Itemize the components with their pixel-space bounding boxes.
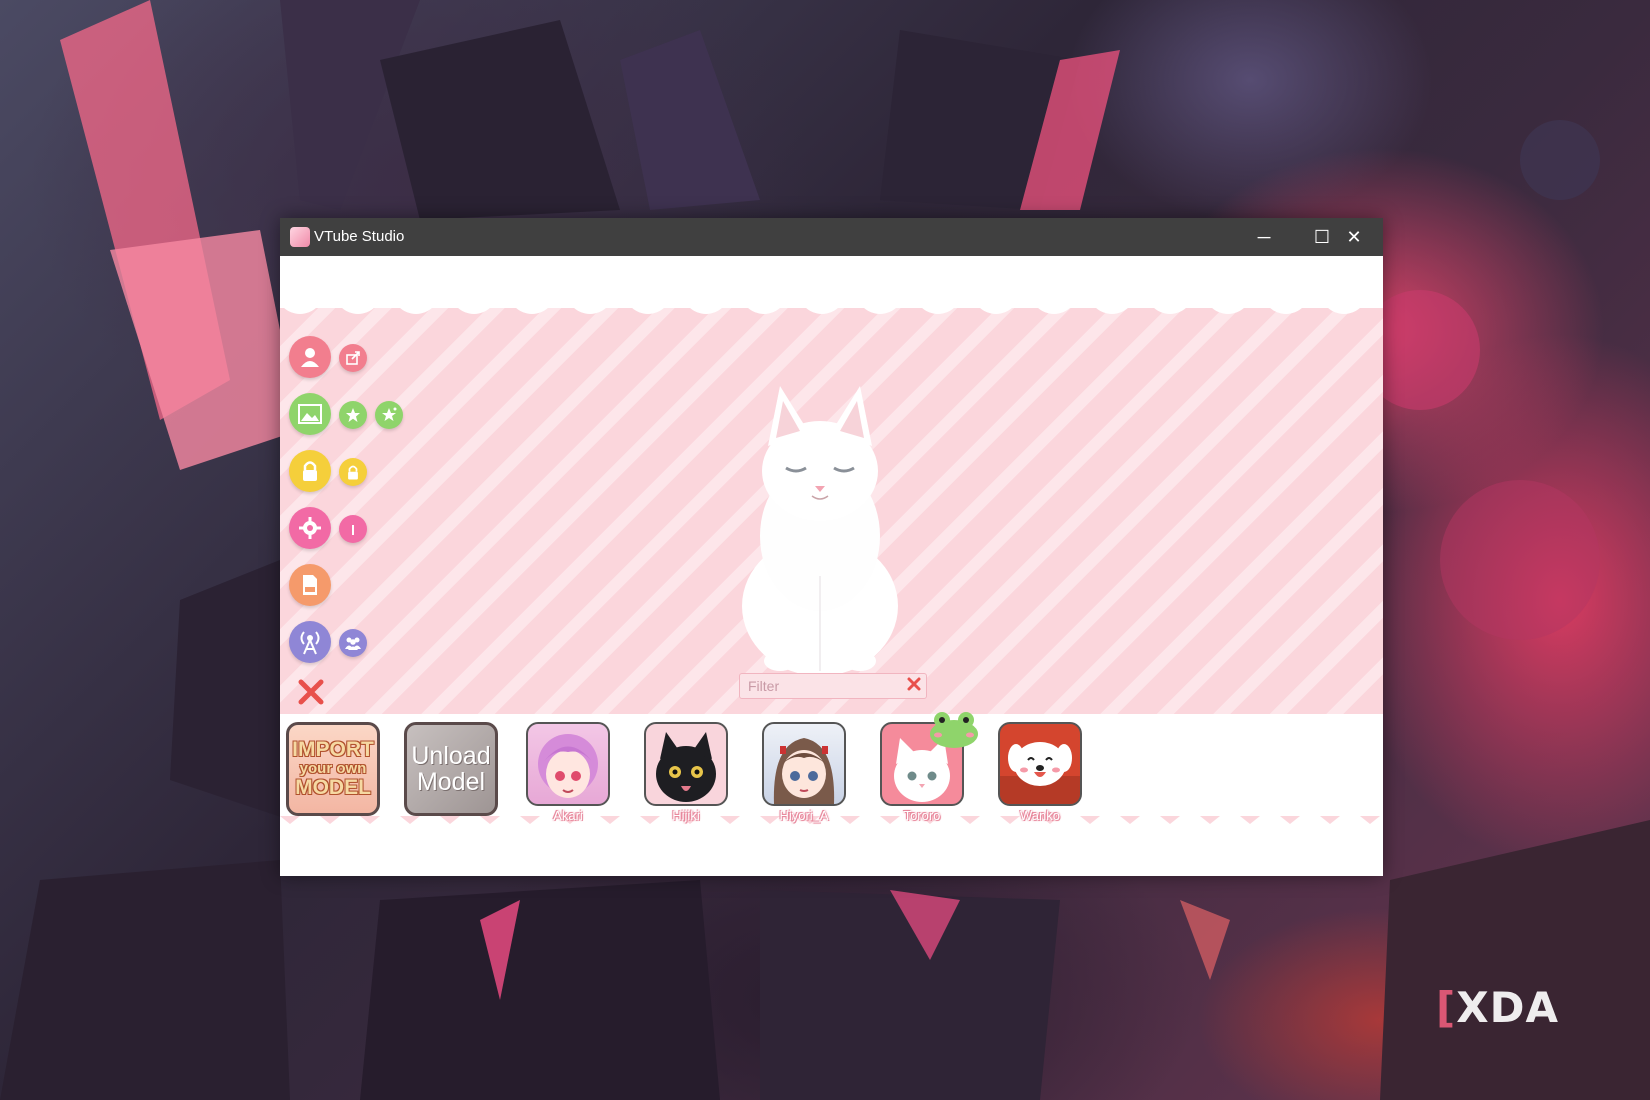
unload-model-button[interactable]: Unload Model bbox=[404, 722, 498, 816]
export-button[interactable] bbox=[339, 344, 367, 372]
unload-line2: Model bbox=[416, 768, 486, 796]
import-line3: MODEL bbox=[295, 775, 371, 799]
collab-button[interactable] bbox=[339, 629, 367, 657]
import-line1: IMPORT bbox=[292, 738, 374, 762]
app-icon bbox=[290, 227, 310, 247]
broadcast-icon bbox=[300, 631, 320, 655]
close-button[interactable]: ✕ bbox=[1325, 218, 1383, 256]
info-button[interactable] bbox=[339, 515, 367, 543]
background-selection-button[interactable] bbox=[289, 393, 331, 435]
image-icon bbox=[298, 404, 322, 424]
filter-field bbox=[739, 673, 927, 699]
model-wanko-label: Wanko bbox=[1020, 808, 1060, 823]
cat-model bbox=[742, 386, 898, 676]
unload-line1: Unload bbox=[411, 741, 491, 770]
model-hijiki-thumbnail[interactable] bbox=[644, 722, 728, 806]
minimize-button[interactable]: ─ bbox=[1235, 218, 1293, 256]
import-model-button[interactable]: IMPORT your own MODEL bbox=[286, 722, 380, 816]
gear-icon bbox=[299, 517, 321, 539]
main-content: IMPORT your own MODEL Unload Model Akari bbox=[280, 256, 1383, 876]
lock-button[interactable] bbox=[289, 450, 331, 492]
akari-avatar-icon bbox=[538, 734, 598, 798]
lock-toggle-button[interactable] bbox=[339, 458, 367, 486]
import-line2: your own bbox=[299, 760, 367, 778]
settings-button[interactable] bbox=[289, 507, 331, 549]
model-hiyori-thumbnail[interactable] bbox=[762, 722, 846, 806]
item-scene-button[interactable] bbox=[375, 401, 403, 429]
wanko-avatar-icon bbox=[1000, 742, 1080, 804]
model-tororo-label: Tororo bbox=[903, 808, 941, 823]
watermark-text: XDA bbox=[1456, 983, 1559, 1032]
window-title: VTube Studio bbox=[314, 228, 405, 245]
small-lock-icon bbox=[348, 465, 358, 479]
item-button[interactable] bbox=[339, 401, 367, 429]
model-wanko-thumbnail[interactable] bbox=[998, 722, 1082, 806]
people-icon bbox=[345, 637, 361, 650]
model-akari-label: Akari bbox=[553, 808, 583, 823]
watermark-bracket: [ bbox=[1436, 983, 1457, 1032]
person-icon bbox=[301, 348, 319, 367]
scallop-border bbox=[280, 276, 1383, 314]
hiyori-avatar-icon bbox=[773, 738, 835, 804]
close-menu-button[interactable] bbox=[295, 676, 327, 708]
document-icon bbox=[303, 575, 317, 595]
close-x-icon bbox=[907, 677, 921, 691]
vtube-studio-window: VTube Studio ─ ☐ ✕ Filter IMPORT your ow… bbox=[280, 218, 1383, 876]
close-x-icon bbox=[298, 679, 324, 705]
model-akari-thumbnail[interactable] bbox=[526, 722, 610, 806]
filter-input[interactable] bbox=[746, 676, 900, 696]
streaming-button[interactable] bbox=[289, 621, 331, 663]
xda-watermark: [XDA bbox=[1436, 983, 1559, 1032]
hijiki-avatar-icon bbox=[656, 732, 716, 802]
model-hiyori-label: Hiyori_A bbox=[779, 808, 829, 823]
log-button[interactable] bbox=[289, 564, 331, 606]
frog-icon bbox=[930, 712, 978, 748]
lock-icon bbox=[303, 461, 317, 481]
model-selection-button[interactable] bbox=[289, 336, 331, 378]
model-hijiki-label: Hijiki bbox=[672, 808, 700, 823]
sparkle-star-icon bbox=[382, 407, 397, 421]
title-bar: VTube Studio ─ ☐ ✕ bbox=[280, 218, 1383, 256]
share-icon bbox=[346, 351, 360, 365]
filter-clear-button[interactable] bbox=[906, 676, 922, 696]
star-icon bbox=[346, 408, 360, 422]
info-icon bbox=[352, 525, 354, 535]
